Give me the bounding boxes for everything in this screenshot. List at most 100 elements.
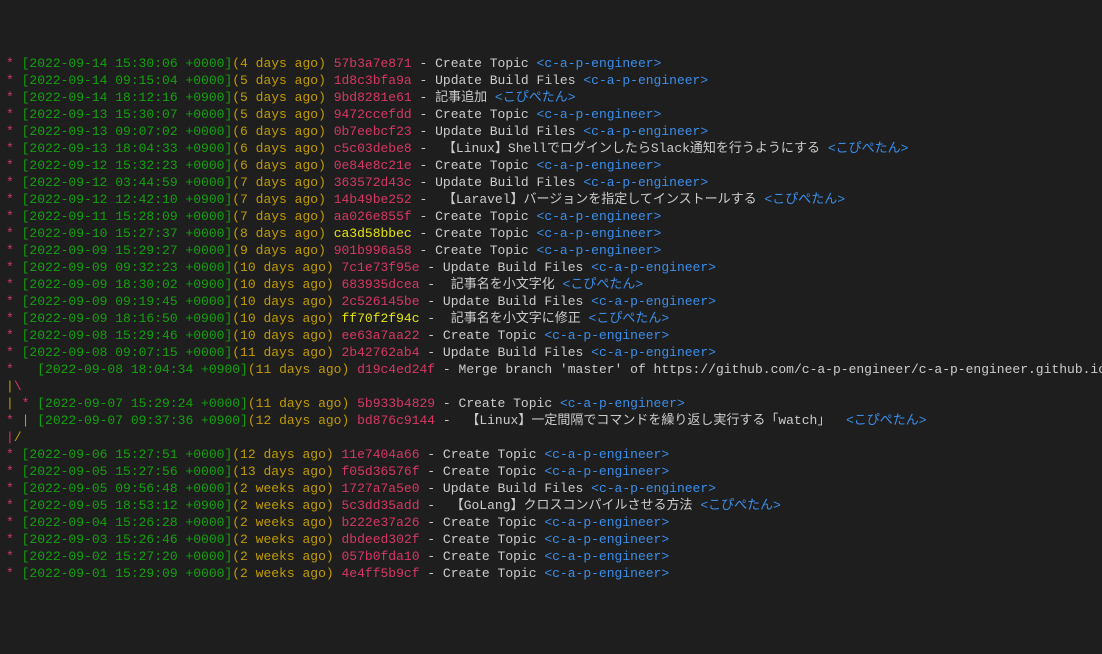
commit-hash: bd876c9144	[357, 413, 435, 428]
graph-segment: *	[6, 141, 22, 156]
commit-age: (8 days ago)	[232, 226, 326, 241]
commit-line: * | [2022-09-07 09:37:36 +0900](12 days …	[6, 412, 1096, 429]
commit-author: <c-a-p-engineer>	[591, 294, 716, 309]
commit-hash: 57b3a7e871	[334, 56, 412, 71]
commit-message: Create Topic	[435, 243, 536, 258]
commit-message: Create Topic	[435, 56, 536, 71]
commit-line: * [2022-09-12 15:32:23 +0000](6 days ago…	[6, 157, 1096, 174]
commit-line: * [2022-09-05 18:53:12 +0900](2 weeks ag…	[6, 497, 1096, 514]
commit-age: (5 days ago)	[232, 107, 326, 122]
commit-hash: 2c526145be	[341, 294, 419, 309]
commit-hash: f05d36576f	[341, 464, 419, 479]
commit-date: [2022-09-09 09:19:45 +0000]	[22, 294, 233, 309]
graph-line: |/	[6, 429, 1096, 446]
git-log-output: * [2022-09-14 15:30:06 +0000](4 days ago…	[6, 55, 1096, 582]
commit-message: 【Linux】Shellでログインしたら​Slack通知を行うようにする	[435, 141, 828, 156]
commit-author: <c-a-p-engineer>	[544, 464, 669, 479]
graph-segment: /	[14, 430, 22, 445]
commit-date: [2022-09-13 09:07:02 +0000]	[22, 124, 233, 139]
commit-date: [2022-09-05 15:27:56 +0000]	[22, 464, 233, 479]
graph-segment: |	[22, 413, 38, 428]
commit-author: <c-a-p-engineer>	[544, 328, 669, 343]
commit-hash: d19c4ed24f	[357, 362, 435, 377]
commit-author: <c-a-p-engineer>	[537, 107, 662, 122]
commit-age: (2 weeks ago)	[232, 549, 333, 564]
commit-date: [2022-09-08 09:07:15 +0000]	[22, 345, 233, 360]
commit-hash: ee63a7aa22	[341, 328, 419, 343]
commit-author: <c-a-p-engineer>	[591, 345, 716, 360]
commit-line: * [2022-09-13 18:04:33 +0900](6 days ago…	[6, 140, 1096, 157]
commit-age: (10 days ago)	[232, 294, 333, 309]
commit-author: <c-a-p-engineer>	[544, 447, 669, 462]
commit-hash: 1d8c3bfa9a	[334, 73, 412, 88]
graph-segment: *	[6, 277, 22, 292]
commit-hash: 5c3dd35add	[341, 498, 419, 513]
commit-age: (6 days ago)	[232, 124, 326, 139]
graph-segment: *	[6, 413, 22, 428]
commit-line: * [2022-09-02 15:27:20 +0000](2 weeks ag…	[6, 548, 1096, 565]
commit-date: [2022-09-02 15:27:20 +0000]	[22, 549, 233, 564]
commit-age: (11 days ago)	[248, 362, 349, 377]
graph-segment: *	[6, 532, 22, 547]
commit-message: Create Topic	[435, 107, 536, 122]
commit-line: * [2022-09-14 09:15:04 +0000](5 days ago…	[6, 72, 1096, 89]
graph-segment: *	[6, 447, 22, 462]
commit-age: (6 days ago)	[232, 141, 326, 156]
commit-message: 【GoLang】クロスコンパイルさせる方法	[443, 498, 700, 513]
commit-line: * [2022-09-12 03:44:59 +0000](7 days ago…	[6, 174, 1096, 191]
commit-message: Update Build Files	[443, 260, 591, 275]
commit-age: (13 days ago)	[232, 464, 333, 479]
graph-segment: *	[6, 515, 22, 530]
commit-author: <こぴぺたん>	[828, 141, 909, 156]
commit-message: Create Topic	[435, 158, 536, 173]
graph-segment: *	[6, 107, 22, 122]
commit-author: <c-a-p-engineer>	[591, 260, 716, 275]
graph-segment: *	[22, 396, 38, 411]
commit-message: Create Topic	[443, 566, 544, 581]
commit-author: <c-a-p-engineer>	[583, 124, 708, 139]
commit-hash: 11e7404a66	[341, 447, 419, 462]
commit-line: * [2022-09-05 15:27:56 +0000](13 days ag…	[6, 463, 1096, 480]
commit-date: [2022-09-05 18:53:12 +0900]	[22, 498, 233, 513]
commit-line: * [2022-09-13 09:07:02 +0000](6 days ago…	[6, 123, 1096, 140]
graph-segment: *	[6, 124, 22, 139]
commit-message: 記事名を小文字に修正	[443, 311, 589, 326]
commit-date: [2022-09-12 03:44:59 +0000]	[22, 175, 233, 190]
commit-hash: 9472ccefdd	[334, 107, 412, 122]
commit-line: * [2022-09-14 15:30:06 +0000](4 days ago…	[6, 55, 1096, 72]
commit-date: [2022-09-12 15:32:23 +0000]	[22, 158, 233, 173]
commit-age: (4 days ago)	[232, 56, 326, 71]
graph-segment: *	[6, 498, 22, 513]
commit-date: [2022-09-09 18:30:02 +0900]	[22, 277, 233, 292]
commit-hash: b222e37a26	[341, 515, 419, 530]
commit-author: <c-a-p-engineer>	[591, 481, 716, 496]
commit-message: 記事追加	[435, 90, 495, 105]
commit-message: Update Build Files	[443, 345, 591, 360]
commit-date: [2022-09-14 15:30:06 +0000]	[22, 56, 233, 71]
commit-age: (9 days ago)	[232, 243, 326, 258]
graph-segment: *	[6, 328, 22, 343]
commit-line: * [2022-09-09 18:16:50 +0900](10 days ag…	[6, 310, 1096, 327]
commit-author: <c-a-p-engineer>	[537, 158, 662, 173]
commit-date: [2022-09-07 15:29:24 +0000]	[37, 396, 248, 411]
commit-message: Create Topic	[443, 549, 544, 564]
commit-hash: 363572d43c	[334, 175, 412, 190]
commit-hash: 901b996a58	[334, 243, 412, 258]
graph-segment: *	[6, 362, 37, 377]
commit-age: (12 days ago)	[248, 413, 349, 428]
graph-segment: *	[6, 481, 22, 496]
commit-hash: 14b49be252	[334, 192, 412, 207]
commit-author: <c-a-p-engineer>	[537, 56, 662, 71]
graph-segment: *	[6, 294, 22, 309]
commit-date: [2022-09-09 09:32:23 +0000]	[22, 260, 233, 275]
commit-author: <c-a-p-engineer>	[560, 396, 685, 411]
commit-date: [2022-09-07 09:37:36 +0900]	[37, 413, 248, 428]
graph-segment: \	[14, 379, 22, 394]
graph-segment: *	[6, 73, 22, 88]
commit-hash: 683935dcea	[341, 277, 419, 292]
commit-hash: 4e4ff5b9cf	[341, 566, 419, 581]
commit-message: Update Build Files	[435, 73, 583, 88]
commit-hash: 5b933b4829	[357, 396, 435, 411]
commit-line: | * [2022-09-07 15:29:24 +0000](11 days …	[6, 395, 1096, 412]
graph-segment: *	[6, 464, 22, 479]
